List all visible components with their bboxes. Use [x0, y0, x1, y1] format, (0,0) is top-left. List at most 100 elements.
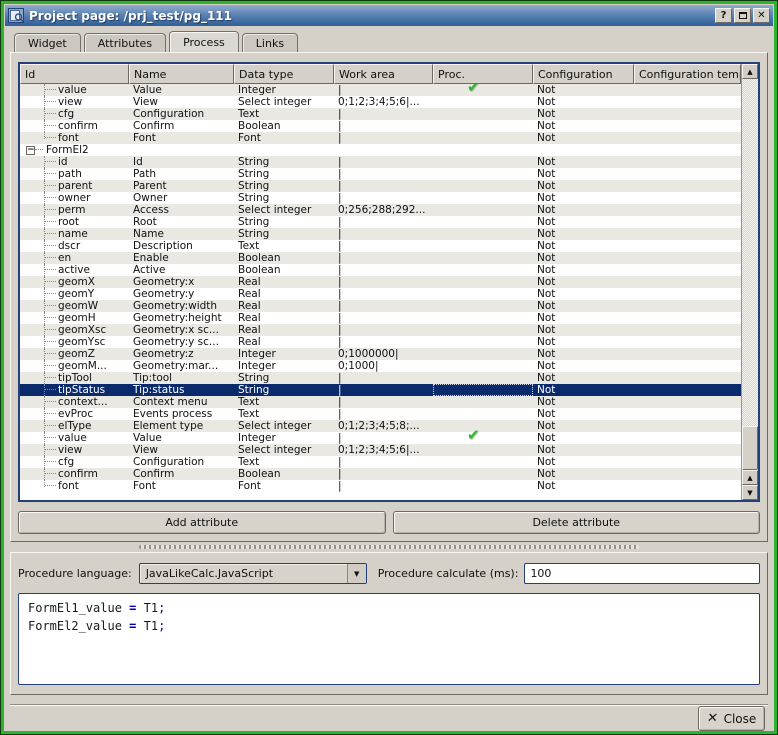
- cell-proc: [433, 444, 533, 456]
- cell-id: cfg: [20, 456, 129, 468]
- tab-widget[interactable]: Widget: [14, 33, 81, 52]
- cell-work-area: |: [334, 384, 433, 396]
- tab-attributes[interactable]: Attributes: [84, 33, 166, 52]
- close-x-icon: ✕: [706, 711, 719, 726]
- table-row[interactable]: evProcEvents processText|Not: [20, 408, 741, 420]
- table-row[interactable]: geomHGeometry:heightReal|Not: [20, 312, 741, 324]
- procedure-language-select[interactable]: JavaLikeCalc.JavaScript ▼: [139, 563, 367, 584]
- cell-id: view: [20, 444, 129, 456]
- table-row[interactable]: pathPathString|Not: [20, 168, 741, 180]
- cell-data-type: Text: [234, 396, 334, 408]
- table-row[interactable]: cfgConfigurationText|Not: [20, 456, 741, 468]
- table-row[interactable]: −FormEl2: [20, 144, 741, 156]
- cell-data-type: String: [234, 228, 334, 240]
- column-header[interactable]: Configuration: [533, 64, 634, 84]
- maximize-button[interactable]: [734, 8, 751, 23]
- cell-proc: [433, 204, 533, 216]
- table-row[interactable]: permAccessSelect integer0;256;288;292...…: [20, 204, 741, 216]
- table-row[interactable]: valueValueInteger|✔Not: [20, 432, 741, 444]
- column-header[interactable]: Data type: [234, 64, 334, 84]
- cell-proc: [433, 228, 533, 240]
- vertical-scrollbar[interactable]: ▲ ▲ ▼: [741, 64, 758, 500]
- table-row[interactable]: fontFontFont|Not: [20, 480, 741, 492]
- cell-name: Geometry:height: [129, 312, 234, 324]
- table-row[interactable]: geomXscGeometry:x sc...Real|Not: [20, 324, 741, 336]
- cell-name: Path: [129, 168, 234, 180]
- table-row[interactable]: rootRootString|Not: [20, 216, 741, 228]
- table-row[interactable]: elTypeElement typeSelect integer0;1;2;3;…: [20, 420, 741, 432]
- procedure-code-editor[interactable]: FormEl1_value = T1;FormEl2_value = T1;: [18, 593, 760, 685]
- column-header[interactable]: Configuration temp: [634, 64, 741, 84]
- table-row[interactable]: geomYGeometry:yReal|Not: [20, 288, 741, 300]
- table-row[interactable]: idIdString|Not: [20, 156, 741, 168]
- cell-name: Geometry:z: [129, 348, 234, 360]
- table-row[interactable]: tipToolTip:toolString|Not: [20, 372, 741, 384]
- scroll-down-button[interactable]: ▼: [742, 485, 758, 500]
- table-row[interactable]: geomXGeometry:xReal|Not: [20, 276, 741, 288]
- cell-data-type: Boolean: [234, 120, 334, 132]
- table-row[interactable]: context...Context menuText|Not: [20, 396, 741, 408]
- table-row[interactable]: tipStatusTip:statusString|Not: [20, 384, 741, 396]
- cell-id: geomY: [20, 288, 129, 300]
- scrollbar-track[interactable]: [742, 79, 758, 470]
- cell-configuration-temp: [634, 300, 741, 312]
- cell-id: tipStatus: [20, 384, 129, 396]
- table-row[interactable]: geomZGeometry:zInteger0;1000000|Not: [20, 348, 741, 360]
- splitter[interactable]: [5, 542, 773, 552]
- titlebar[interactable]: Project page: /prj_test/pg_111 ? ✕: [5, 5, 773, 26]
- table-row[interactable]: valueValueInteger|✔Not: [20, 84, 741, 96]
- cell-configuration-temp: [634, 240, 741, 252]
- cell-id: value: [20, 432, 129, 444]
- column-header[interactable]: Name: [129, 64, 234, 84]
- cell-name: [129, 144, 234, 156]
- table-row[interactable]: confirmConfirmBoolean|Not: [20, 468, 741, 480]
- cell-name: Geometry:y: [129, 288, 234, 300]
- cell-name: Font: [129, 480, 234, 492]
- cell-name: Name: [129, 228, 234, 240]
- cell-configuration-temp: [634, 180, 741, 192]
- cell-work-area: |: [334, 312, 433, 324]
- table-row[interactable]: fontFontFont|Not: [20, 132, 741, 144]
- cell-data-type: Integer: [234, 348, 334, 360]
- cell-data-type: String: [234, 216, 334, 228]
- tree-collapse-icon[interactable]: −: [26, 146, 35, 155]
- table-row[interactable]: activeActiveBoolean|Not: [20, 264, 741, 276]
- cell-data-type: Boolean: [234, 468, 334, 480]
- scrollbar-thumb[interactable]: [742, 426, 758, 470]
- table-row[interactable]: geomM...Geometry:mar...Integer0;1000|Not: [20, 360, 741, 372]
- column-header[interactable]: Proc.: [433, 64, 533, 84]
- table-row[interactable]: parentParentString|Not: [20, 180, 741, 192]
- close-button[interactable]: ✕ Close: [698, 706, 765, 731]
- cell-id: geomYsc: [20, 336, 129, 348]
- help-button[interactable]: ?: [715, 8, 732, 23]
- scroll-up-button-bottom[interactable]: ▲: [742, 470, 758, 485]
- close-window-button[interactable]: ✕: [753, 8, 770, 23]
- column-header[interactable]: Work area: [334, 64, 433, 84]
- cell-proc: [433, 312, 533, 324]
- table-row[interactable]: viewViewSelect integer0;1;2;3;4;5;6|...N…: [20, 444, 741, 456]
- table-row[interactable]: enEnableBoolean|Not: [20, 252, 741, 264]
- cell-configuration-temp: [634, 252, 741, 264]
- table-row[interactable]: geomYscGeometry:y sc...Real|Not: [20, 336, 741, 348]
- cell-proc: [433, 288, 533, 300]
- cell-work-area: |: [334, 468, 433, 480]
- cell-name: Value: [129, 432, 234, 444]
- table-row[interactable]: viewViewSelect integer0;1;2;3;4;5;6|...N…: [20, 96, 741, 108]
- table-row[interactable]: confirmConfirmBoolean|Not: [20, 120, 741, 132]
- add-attribute-button[interactable]: Add attribute: [18, 511, 386, 534]
- column-header[interactable]: Id: [20, 64, 129, 84]
- table-row[interactable]: nameNameString|Not: [20, 228, 741, 240]
- cell-configuration: Not: [533, 192, 634, 204]
- table-row[interactable]: dscrDescriptionText|Not: [20, 240, 741, 252]
- scroll-up-button[interactable]: ▲: [742, 64, 758, 79]
- procedure-calculate-input[interactable]: [524, 563, 760, 584]
- tab-links[interactable]: Links: [242, 33, 298, 52]
- delete-attribute-button[interactable]: Delete attribute: [393, 511, 761, 534]
- cell-work-area: |: [334, 336, 433, 348]
- table-row[interactable]: ownerOwnerString|Not: [20, 192, 741, 204]
- cell-configuration: Not: [533, 84, 634, 96]
- tab-process[interactable]: Process: [169, 31, 239, 52]
- cell-proc: [433, 156, 533, 168]
- table-row[interactable]: geomWGeometry:widthReal|Not: [20, 300, 741, 312]
- table-row[interactable]: cfgConfigurationText|Not: [20, 108, 741, 120]
